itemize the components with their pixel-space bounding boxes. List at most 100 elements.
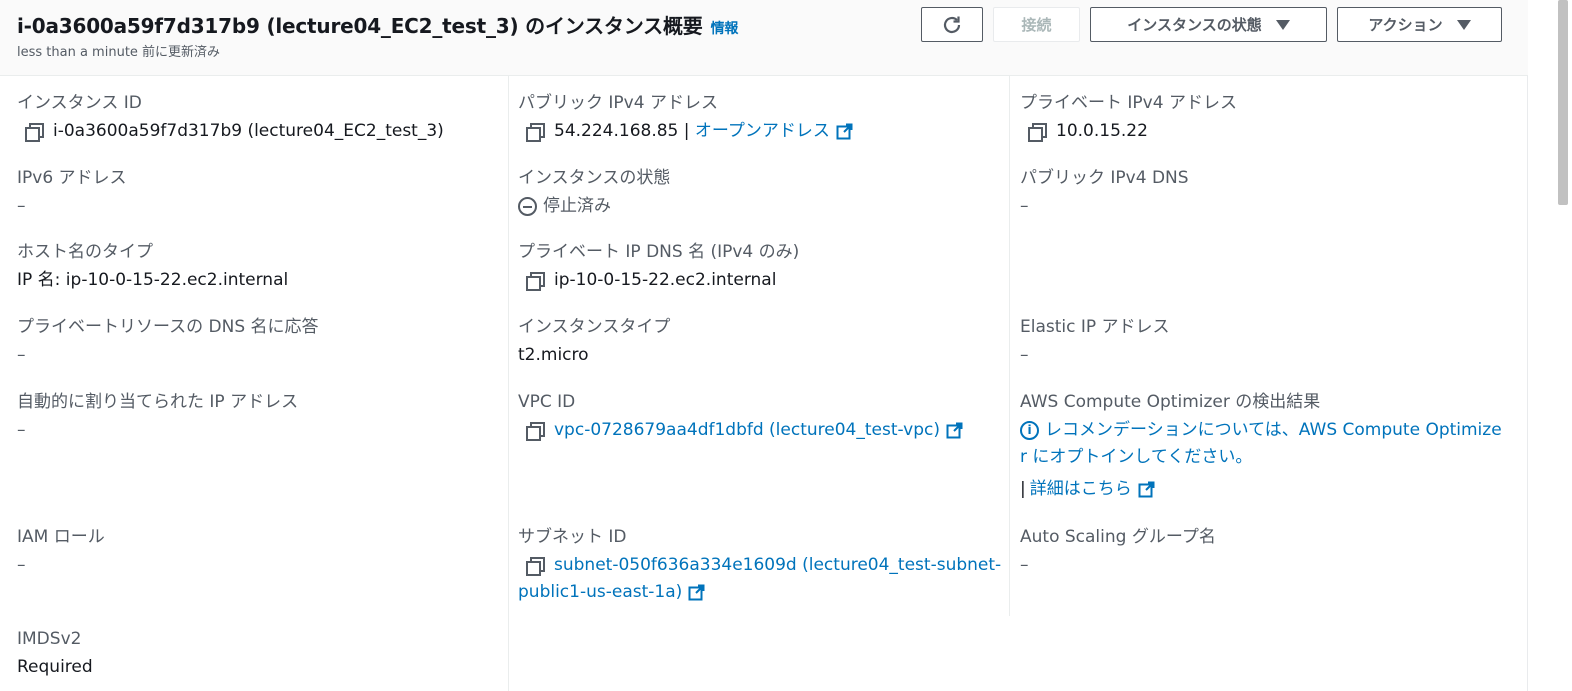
private-dns-answer-value: – — [17, 345, 26, 365]
instance-type-label: インスタンスタイプ — [518, 317, 671, 337]
page-header: i-0a3600a59f7d317b9 (lecture04_EC2_test_… — [0, 0, 1528, 76]
copy-icon[interactable] — [526, 122, 545, 142]
vpc-id-value-row: vpc-0728679aa4df1dbfd (lecture04_test-vp… — [518, 419, 963, 441]
copy-icon[interactable] — [25, 122, 44, 142]
compute-optimizer-text-2[interactable]: r にオプトインしてください。 — [1020, 446, 1502, 468]
separator: | — [678, 121, 695, 141]
private-ip-dns-value-row: ip-10-0-15-22.ec2.internal — [518, 269, 799, 291]
compute-optimizer-detail-row: | 詳細はこちら — [1020, 478, 1502, 500]
subnet-id-value-row-2: public1-us-east-1a) — [518, 581, 1001, 603]
public-ipv4-field: パブリック IPv4 アドレス 54.224.168.85 | オープンアドレス — [518, 92, 853, 142]
ipv6-value: – — [17, 196, 26, 216]
asg-field: Auto Scaling グループ名 – — [1020, 526, 1216, 576]
details-column-3: プライベート IPv4 アドレス 10.0.15.22 パブリック IPv4 D… — [1010, 76, 1528, 691]
subnet-id-field: サブネット ID subnet-050f636a334e1609d (lectu… — [518, 526, 1001, 603]
auto-ip-value: – — [17, 420, 26, 440]
compute-optimizer-field: AWS Compute Optimizer の検出結果 i レコメンデーションに… — [1020, 391, 1502, 500]
scrollbar-thumb[interactable] — [1558, 0, 1568, 205]
subnet-id-link[interactable]: subnet-050f636a334e1609d (lecture04_test… — [554, 554, 1001, 576]
refresh-icon — [943, 16, 961, 33]
hostname-type-label: ホスト名のタイプ — [17, 242, 153, 262]
last-updated-text: less than a minute 前に更新済み — [17, 45, 221, 60]
compute-optimizer-label: AWS Compute Optimizer の検出結果 — [1020, 392, 1321, 412]
info-link[interactable]: 情報 — [711, 21, 739, 37]
open-address-link[interactable]: オープンアドレス — [695, 120, 830, 142]
iam-role-field: IAM ロール – — [17, 526, 105, 576]
details-column-2: パブリック IPv4 アドレス 54.224.168.85 | オープンアドレス… — [509, 76, 1010, 616]
external-link-icon[interactable] — [688, 584, 705, 601]
compute-optimizer-text-1[interactable]: レコメンデーションについては、AWS Compute Optimize — [1045, 419, 1502, 441]
instance-id-label: インスタンス ID — [17, 93, 142, 113]
asg-label: Auto Scaling グループ名 — [1020, 527, 1216, 547]
external-link-icon[interactable] — [946, 422, 963, 439]
elastic-ip-value: – — [1020, 345, 1029, 365]
caret-down-icon — [1456, 19, 1471, 30]
external-link-icon[interactable] — [836, 123, 853, 140]
public-dns-field: パブリック IPv4 DNS – — [1020, 167, 1189, 217]
public-ipv4-label: パブリック IPv4 アドレス — [518, 93, 718, 113]
iam-role-value: – — [17, 555, 26, 575]
stopped-icon — [518, 196, 537, 216]
private-dns-answer-field: プライベートリソースの DNS 名に応答 – — [17, 316, 319, 366]
instance-state-field: インスタンスの状態 停止済み — [518, 167, 670, 217]
private-ip-dns-label: プライベート IP DNS 名 (IPv4 のみ) — [518, 242, 800, 262]
imdsv2-label: IMDSv2 — [17, 629, 82, 649]
instance-state-button[interactable]: インスタンスの状態 — [1090, 7, 1327, 42]
instance-summary-page: i-0a3600a59f7d317b9 (lecture04_EC2_test_… — [0, 0, 1528, 691]
details-column-1: インスタンス ID i-0a3600a59f7d317b9 (lecture04… — [0, 76, 509, 691]
compute-optimizer-row-1: i レコメンデーションについては、AWS Compute Optimize — [1020, 419, 1502, 441]
instance-state-label: インスタンスの状態 — [518, 168, 671, 188]
subnet-id-value-row: subnet-050f636a334e1609d (lecture04_test… — [518, 554, 1001, 576]
detail-separator: | — [1020, 479, 1026, 499]
instance-state-value: 停止済み — [543, 196, 611, 216]
vpc-id-link[interactable]: vpc-0728679aa4df1dbfd (lecture04_test-vp… — [554, 419, 940, 441]
private-ipv4-field: プライベート IPv4 アドレス 10.0.15.22 — [1020, 92, 1237, 142]
imdsv2-value: Required — [17, 657, 93, 677]
vpc-id-field: VPC ID vpc-0728679aa4df1dbfd (lecture04_… — [518, 391, 963, 441]
private-ip-dns-value: ip-10-0-15-22.ec2.internal — [554, 270, 777, 290]
hostname-type-value: IP 名: ip-10-0-15-22.ec2.internal — [17, 270, 289, 290]
info-icon: i — [1020, 420, 1039, 440]
instance-state-value-row: 停止済み — [518, 195, 670, 217]
private-dns-answer-label: プライベートリソースの DNS 名に応答 — [17, 317, 319, 337]
instance-id-value: i-0a3600a59f7d317b9 (lecture04_EC2_test_… — [53, 121, 444, 141]
public-dns-value: – — [1020, 196, 1029, 216]
page-title-text: i-0a3600a59f7d317b9 (lecture04_EC2_test_… — [17, 14, 703, 38]
auto-ip-field: 自動的に割り当てられた IP アドレス – — [17, 391, 298, 441]
ipv6-field: IPv6 アドレス – — [17, 167, 127, 217]
caret-down-icon — [1275, 19, 1290, 30]
instance-type-value: t2.micro — [518, 345, 589, 365]
auto-ip-label: 自動的に割り当てられた IP アドレス — [17, 392, 299, 412]
actions-button-label: アクション — [1368, 16, 1443, 34]
copy-icon[interactable] — [526, 271, 545, 291]
public-ipv4-value-row: 54.224.168.85 | オープンアドレス — [518, 120, 853, 142]
refresh-button[interactable] — [921, 7, 983, 42]
hostname-type-field: ホスト名のタイプ IP 名: ip-10-0-15-22.ec2.interna… — [17, 241, 288, 291]
private-ipv4-value-row: 10.0.15.22 — [1020, 120, 1237, 142]
vpc-id-label: VPC ID — [518, 392, 576, 412]
connect-button[interactable]: 接続 — [993, 7, 1080, 42]
subnet-id-link-cont[interactable]: public1-us-east-1a) — [518, 581, 682, 603]
public-dns-label: パブリック IPv4 DNS — [1020, 168, 1189, 188]
elastic-ip-label: Elastic IP アドレス — [1020, 317, 1170, 337]
page-title: i-0a3600a59f7d317b9 (lecture04_EC2_test_… — [17, 10, 738, 39]
copy-icon[interactable] — [1028, 122, 1047, 142]
elastic-ip-field: Elastic IP アドレス – — [1020, 316, 1170, 366]
actions-button[interactable]: アクション — [1337, 7, 1502, 42]
instance-type-field: インスタンスタイプ t2.micro — [518, 316, 670, 366]
instance-id-field: インスタンス ID i-0a3600a59f7d317b9 (lecture04… — [17, 92, 444, 142]
copy-icon[interactable] — [526, 421, 545, 441]
copy-icon[interactable] — [526, 556, 545, 576]
private-ip-dns-field: プライベート IP DNS 名 (IPv4 のみ) ip-10-0-15-22.… — [518, 241, 799, 291]
instance-state-button-label: インスタンスの状態 — [1127, 16, 1262, 34]
public-ipv4-value: 54.224.168.85 — [554, 121, 679, 141]
external-link-icon[interactable] — [1138, 481, 1155, 498]
private-ipv4-label: プライベート IPv4 アドレス — [1020, 93, 1237, 113]
instance-id-value-row: i-0a3600a59f7d317b9 (lecture04_EC2_test_… — [17, 120, 444, 142]
iam-role-label: IAM ロール — [17, 527, 105, 547]
asg-value: – — [1020, 555, 1029, 575]
private-ipv4-value: 10.0.15.22 — [1056, 121, 1148, 141]
learn-more-link[interactable]: 詳細はこちら — [1030, 478, 1132, 500]
ipv6-label: IPv6 アドレス — [17, 168, 127, 188]
imdsv2-field: IMDSv2 Required — [17, 628, 93, 678]
